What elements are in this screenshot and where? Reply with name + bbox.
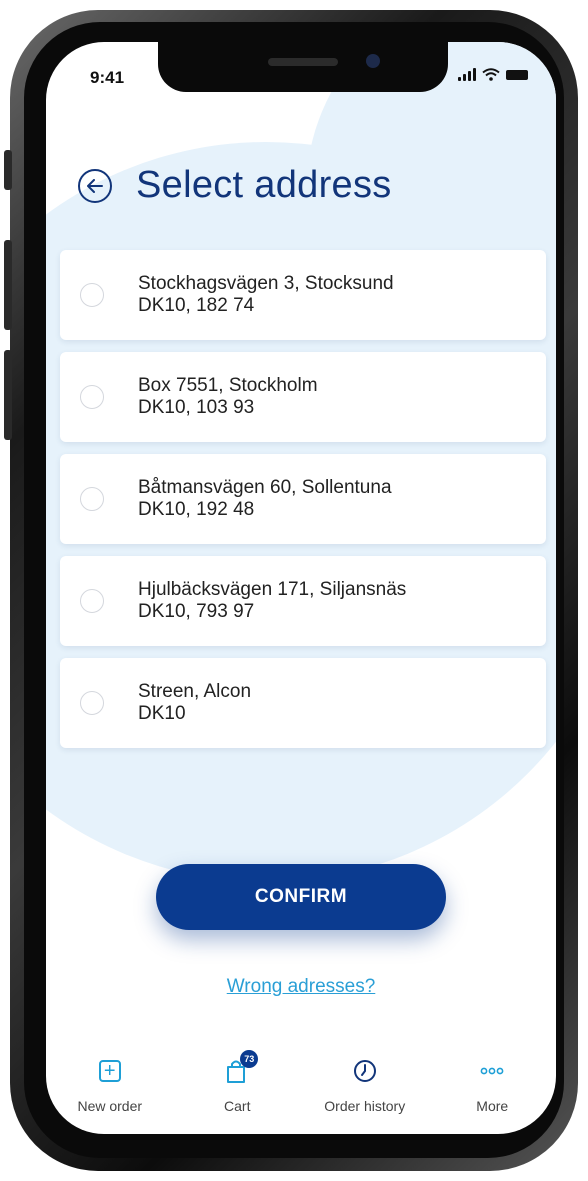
address-line-2: DK10, 182 74 xyxy=(138,295,255,316)
device-notch xyxy=(158,42,448,92)
volume-up-button xyxy=(4,240,12,330)
address-line-2: DK10, 103 93 xyxy=(138,397,255,418)
back-button[interactable] xyxy=(78,168,112,203)
tab-order-history[interactable]: Order history xyxy=(301,1056,429,1126)
confirm-button[interactable]: CONFIRM xyxy=(156,864,446,930)
front-camera xyxy=(366,54,380,68)
address-option[interactable]: Stockhagsvägen 3, Stocksund DK10, 182 74 xyxy=(60,250,546,340)
address-option[interactable]: Box 7551, Stockholm DK10, 103 93 xyxy=(60,352,546,442)
mute-switch xyxy=(4,150,12,190)
address-text: Hjulbäcksvägen 171, Siljansnäs DK10, 793… xyxy=(138,579,406,623)
tab-label: Cart xyxy=(224,1098,251,1114)
address-option[interactable]: Streen, Alcon DK10 xyxy=(60,658,546,748)
status-icons xyxy=(458,68,528,81)
tab-label: Order history xyxy=(324,1098,406,1114)
tab-cart[interactable]: 73 Cart xyxy=(174,1050,302,1126)
cellular-signal-icon xyxy=(458,68,476,81)
cart-count-badge: 73 xyxy=(240,1050,259,1068)
radio-button[interactable] xyxy=(80,283,104,307)
wifi-icon xyxy=(482,68,500,81)
address-line-1: Stockhagsvägen 3, Stocksund xyxy=(138,273,394,294)
address-text: Stockhagsvägen 3, Stocksund DK10, 182 74 xyxy=(138,273,394,317)
address-line-1: Hjulbäcksvägen 171, Siljansnäs xyxy=(138,579,407,600)
address-line-2: DK10, 192 48 xyxy=(138,499,255,520)
address-text: Box 7551, Stockholm DK10, 103 93 xyxy=(138,375,318,419)
tab-label: More xyxy=(476,1098,509,1114)
bottom-tab-bar: + New order 73 Cart Order history More xyxy=(46,1050,557,1126)
address-text: Streen, Alcon DK10 xyxy=(138,681,251,725)
volume-down-button xyxy=(4,350,12,440)
address-list: Stockhagsvägen 3, Stocksund DK10, 182 74… xyxy=(60,250,546,760)
arrow-left-icon xyxy=(87,178,103,193)
radio-button[interactable] xyxy=(80,691,104,715)
battery-icon xyxy=(506,69,528,80)
page-header: Select address xyxy=(78,164,392,207)
app-screen: 9:41 Select address Stockhagsvägen 3, St… xyxy=(46,42,556,1134)
status-time: 9:41 xyxy=(90,68,125,87)
address-text: Båtmansvägen 60, Sollentuna DK10, 192 48 xyxy=(138,477,392,521)
clock-icon xyxy=(353,1056,377,1086)
wrong-addresses-link[interactable]: Wrong adresses? xyxy=(46,976,556,998)
tab-more[interactable]: More xyxy=(429,1056,557,1126)
radio-button[interactable] xyxy=(80,487,104,511)
address-option[interactable]: Hjulbäcksvägen 171, Siljansnäs DK10, 793… xyxy=(60,556,546,646)
address-line-1: Båtmansvägen 60, Sollentuna xyxy=(138,477,392,498)
address-line-1: Streen, Alcon xyxy=(138,681,252,702)
more-dots-icon xyxy=(480,1056,504,1086)
radio-button[interactable] xyxy=(80,385,104,409)
address-line-2: DK10 xyxy=(138,703,186,724)
plus-square-icon: + xyxy=(98,1056,121,1086)
cart-bag-icon: 73 xyxy=(224,1050,259,1086)
address-option[interactable]: Båtmansvägen 60, Sollentuna DK10, 192 48 xyxy=(60,454,546,544)
address-line-2: DK10, 793 97 xyxy=(138,601,255,622)
address-line-1: Box 7551, Stockholm xyxy=(138,375,318,396)
radio-button[interactable] xyxy=(80,589,104,613)
tab-label: New order xyxy=(77,1098,143,1114)
speaker-grille xyxy=(268,58,338,66)
page-title: Select address xyxy=(136,164,392,206)
tab-new-order[interactable]: + New order xyxy=(46,1056,174,1126)
